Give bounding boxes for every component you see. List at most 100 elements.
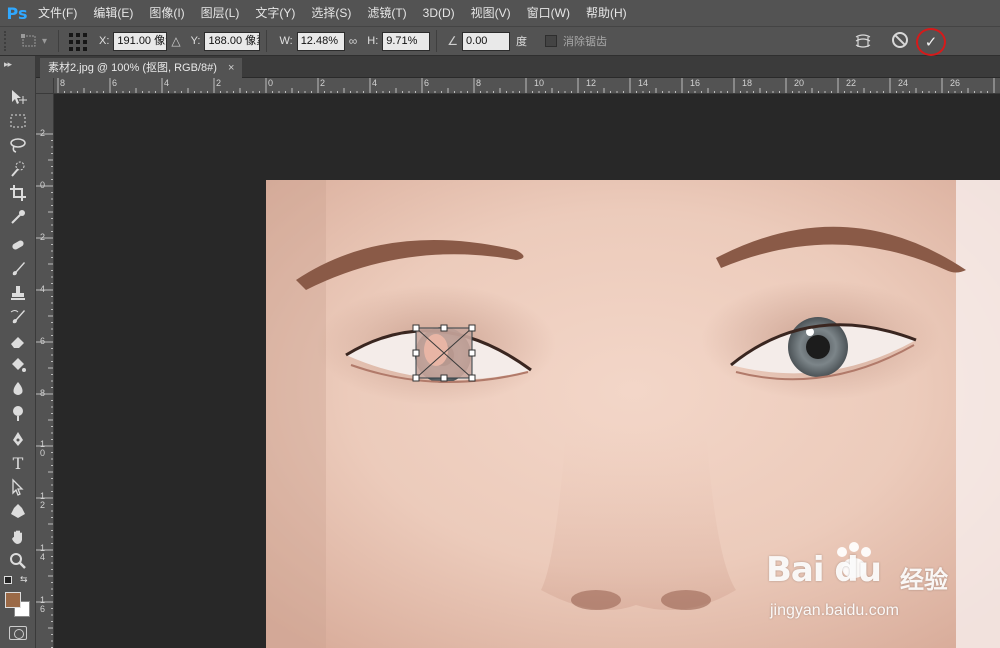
document-tab-title: 素材2.jpg @ 100% (抠图, RGB/8#) [48, 62, 217, 74]
ruler-label: 8 [476, 78, 482, 88]
healing-icon[interactable] [6, 234, 30, 256]
menu-bar: Ps 文件(F) 编辑(E) 图像(I) 图层(L) 文字(Y) 选择(S) 滤… [0, 0, 1000, 26]
ruler-label: 12 [40, 491, 46, 510]
menu-help[interactable]: 帮助(H) [578, 0, 635, 26]
ruler-label: 14 [638, 78, 649, 88]
y-label: Y: [190, 35, 201, 47]
height-input[interactable]: 9.71% [382, 31, 431, 51]
delta-icon[interactable]: △ [171, 34, 180, 48]
blur-icon[interactable] [6, 378, 30, 400]
baidu-watermark-cn: 经验 [900, 567, 948, 594]
quick-select-icon[interactable] [6, 158, 30, 180]
ruler-label: 2 [216, 78, 222, 88]
y-input[interactable]: 188.00 像素 [204, 31, 261, 51]
hand-icon[interactable] [6, 526, 30, 548]
paint-bucket-icon[interactable] [6, 354, 30, 376]
separator [58, 30, 59, 52]
swap-colors-icon[interactable]: ⇆ [20, 574, 28, 585]
angle-unit: 度 [516, 36, 528, 48]
stamp-icon[interactable] [6, 282, 30, 304]
separator [266, 30, 268, 52]
history-brush-icon[interactable] [6, 306, 30, 328]
horizontal-ruler-ticks [57, 78, 995, 93]
ruler-label: 4 [164, 78, 170, 88]
x-label: X: [99, 35, 110, 47]
menu-layer[interactable]: 图层(L) [193, 0, 248, 26]
shape-icon[interactable] [6, 500, 30, 522]
ruler-label: 6 [112, 78, 118, 88]
warp-icon[interactable] [854, 33, 872, 52]
ruler-label: 6 [424, 78, 430, 88]
separator [436, 30, 438, 52]
chevron-down-icon: ▾ [42, 35, 48, 47]
menu-3d[interactable]: 3D(D) [415, 0, 463, 26]
document-image[interactable] [266, 180, 1000, 648]
move-icon[interactable] [6, 86, 30, 108]
tool-preset-picker[interactable]: ▾ [20, 31, 52, 51]
path-select-icon[interactable] [6, 476, 30, 498]
close-icon[interactable]: × [228, 62, 234, 74]
transform-tool-icon [21, 34, 36, 47]
antialias-checkbox[interactable] [545, 35, 558, 47]
marquee-icon[interactable] [6, 110, 30, 132]
baidu-watermark-url: jingyan.baidu.com [770, 602, 899, 619]
menu-view[interactable]: 视图(V) [463, 0, 519, 26]
ruler-label: 22 [846, 78, 857, 88]
ruler-label: 24 [898, 78, 909, 88]
ruler-origin[interactable] [36, 78, 54, 94]
menu-file[interactable]: 文件(F) [30, 0, 85, 26]
default-colors-icon[interactable] [4, 576, 12, 584]
collapse-icon[interactable]: ▸▸ [4, 59, 12, 70]
width-input[interactable]: 12.48% [296, 31, 345, 51]
ruler-label: 8 [40, 388, 46, 398]
menu-filter[interactable]: 滤镜(T) [359, 0, 414, 26]
transform-actions: ✓ [840, 27, 1000, 57]
ruler-label: 26 [950, 78, 961, 88]
ruler-label: 6 [40, 336, 46, 346]
menu-edit[interactable]: 编辑(E) [85, 0, 141, 26]
ruler-label: 2 [40, 128, 46, 138]
ruler-label: 10 [40, 439, 46, 458]
options-grip[interactable] [4, 31, 12, 51]
h-label: H: [367, 35, 379, 47]
x-input[interactable]: 191.00 像素 [113, 31, 168, 51]
ruler-label: 0 [40, 180, 46, 190]
cancel-transform-icon[interactable] [892, 32, 908, 48]
document-tab[interactable]: 素材2.jpg @ 100% (抠图, RGB/8#) × [40, 58, 243, 78]
quick-mask-icon[interactable] [9, 626, 27, 640]
menu-type[interactable]: 文字(Y) [247, 0, 303, 26]
commit-transform-icon[interactable]: ✓ [916, 28, 946, 56]
ruler-label: 12 [586, 78, 597, 88]
eraser-icon[interactable] [6, 330, 30, 352]
ruler-label: 18 [742, 78, 753, 88]
angle-input[interactable]: 0.00 [462, 31, 511, 51]
menu-window[interactable]: 窗口(W) [519, 0, 578, 26]
ruler-label: 16 [690, 78, 701, 88]
crop-icon[interactable] [6, 182, 30, 204]
zoom-icon[interactable] [6, 550, 30, 572]
menu-select[interactable]: 选择(S) [303, 0, 359, 26]
brush-icon[interactable] [6, 258, 30, 280]
w-label: W: [279, 35, 293, 47]
foreground-color-swatch[interactable] [5, 592, 21, 608]
link-icon[interactable]: ∞ [349, 34, 358, 48]
pen-icon[interactable] [6, 428, 30, 450]
ruler-label: 2 [40, 232, 46, 242]
vertical-ruler[interactable]: 2 0 2 4 6 8 10 12 14 16 [36, 94, 54, 648]
ruler-label: 4 [372, 78, 378, 88]
tools-panel: ▸▸ T ⇆ [0, 56, 36, 648]
dodge-icon[interactable] [6, 402, 30, 424]
photoshop-logo: Ps [6, 3, 28, 23]
ruler-label: 4 [40, 284, 46, 294]
lasso-icon[interactable] [6, 134, 30, 156]
type-icon[interactable]: T [6, 452, 30, 474]
options-bar: ▾ X: 191.00 像素 △ Y: 188.00 像素 W: 12.48% … [0, 26, 1000, 56]
horizontal-ruler[interactable]: 8 6 4 2 0 2 4 6 8 10 12 14 16 18 20 22 2… [54, 78, 1000, 94]
menu-image[interactable]: 图像(I) [141, 0, 192, 26]
eyedropper-icon[interactable] [6, 206, 30, 228]
reference-point-locator[interactable] [67, 31, 87, 51]
ruler-label: 16 [40, 595, 46, 614]
ruler-label: 8 [60, 78, 66, 88]
ruler-label: 20 [794, 78, 805, 88]
ruler-label: 14 [40, 543, 46, 562]
